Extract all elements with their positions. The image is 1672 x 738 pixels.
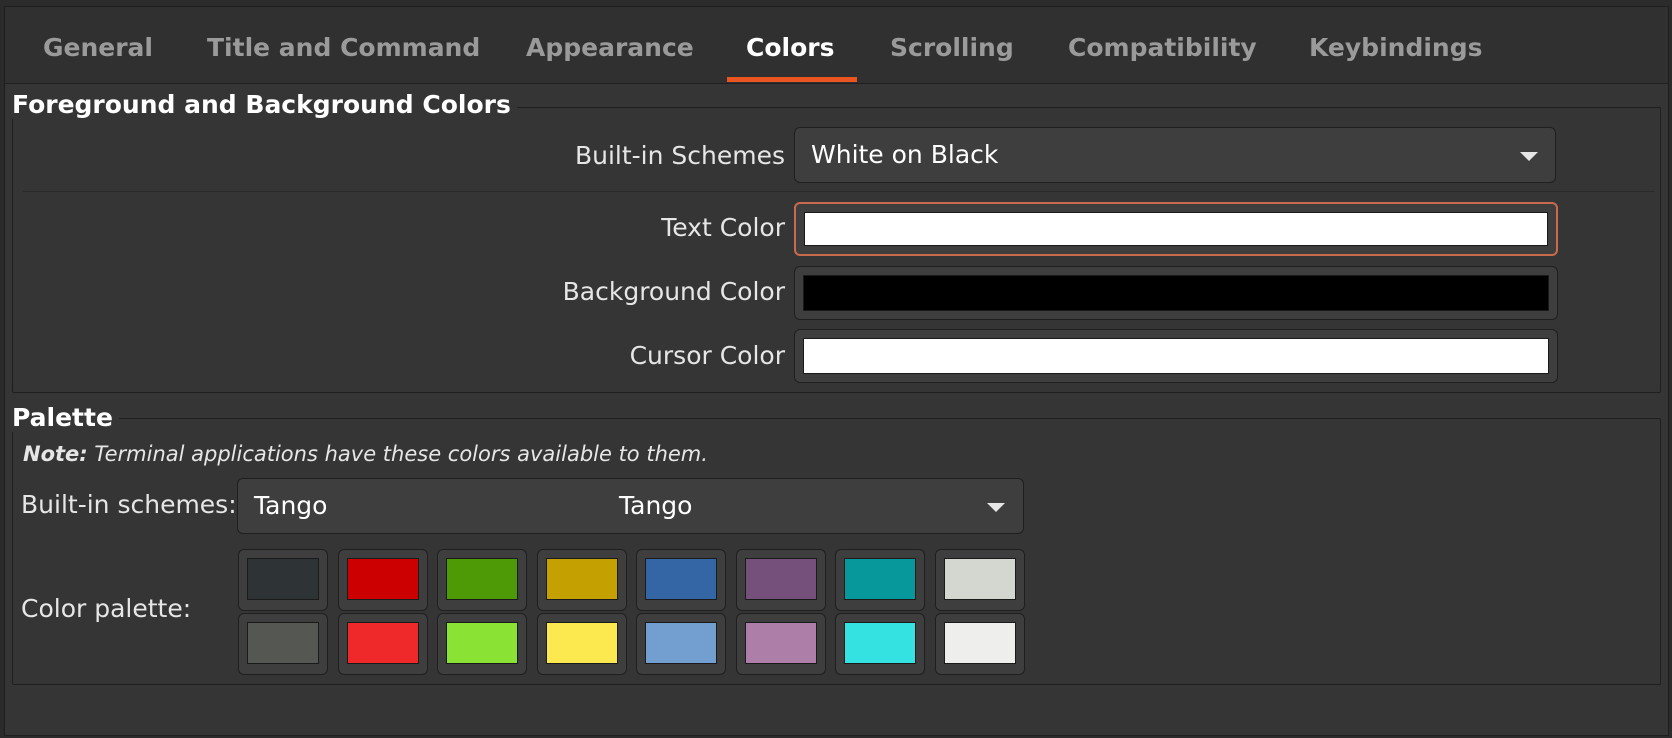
palette-color-swatch	[645, 622, 717, 664]
note-text: Terminal applications have these colors …	[87, 442, 708, 466]
background-color-label: Background Color	[562, 277, 785, 306]
palette-color-button-12[interactable]	[636, 613, 726, 675]
builtin-schemes-value: White on Black	[811, 140, 999, 169]
palette-scheme-value: Tango	[254, 491, 328, 520]
palette-color-swatch	[745, 622, 817, 664]
preferences-frame: General Title and Command Appearance Col…	[4, 6, 1669, 736]
text-color-button[interactable]	[794, 202, 1558, 256]
text-color-swatch	[804, 212, 1548, 246]
palette-color-swatch	[446, 622, 518, 664]
cursor-color-label: Cursor Color	[629, 341, 785, 370]
palette-color-swatch	[944, 558, 1016, 600]
tab-bar: General Title and Command Appearance Col…	[5, 7, 1668, 84]
palette-group-title: Palette	[12, 403, 119, 432]
palette-color-button-4[interactable]	[636, 549, 726, 611]
palette-color-button-11[interactable]	[537, 613, 627, 675]
active-tab-indicator	[727, 77, 857, 82]
background-color-button[interactable]	[794, 266, 1558, 320]
tab-colors[interactable]: Colors	[746, 33, 834, 62]
palette-color-swatch	[247, 622, 319, 664]
builtin-schemes-label: Built-in Schemes	[574, 141, 785, 170]
palette-color-button-1[interactable]	[338, 549, 428, 611]
tab-scrolling[interactable]: Scrolling	[890, 33, 1014, 62]
palette-color-button-7[interactable]	[935, 549, 1025, 611]
palette-color-swatch	[247, 558, 319, 600]
palette-color-button-14[interactable]	[835, 613, 925, 675]
color-palette-label: Color palette:	[21, 594, 192, 623]
palette-color-swatch	[546, 622, 618, 664]
palette-color-button-10[interactable]	[437, 613, 527, 675]
palette-color-swatch	[446, 558, 518, 600]
background-color-swatch	[803, 275, 1549, 311]
cursor-color-swatch	[803, 338, 1549, 374]
palette-color-swatch	[844, 558, 916, 600]
chevron-down-icon	[987, 503, 1005, 512]
tab-title-and-command[interactable]: Title and Command	[207, 33, 480, 62]
palette-color-swatch	[844, 622, 916, 664]
chevron-down-icon	[1520, 152, 1538, 161]
separator	[23, 191, 1655, 192]
palette-color-button-3[interactable]	[537, 549, 627, 611]
palette-color-button-8[interactable]	[238, 613, 328, 675]
tab-appearance[interactable]: Appearance	[526, 33, 694, 62]
palette-color-swatch	[944, 622, 1016, 664]
palette-color-button-0[interactable]	[238, 549, 328, 611]
palette-scheme-value-center: Tango	[619, 491, 693, 520]
palette-color-button-2[interactable]	[437, 549, 527, 611]
tab-keybindings[interactable]: Keybindings	[1309, 33, 1483, 62]
palette-builtin-schemes-label: Built-in schemes:	[21, 490, 237, 519]
palette-builtin-schemes-combo[interactable]: Tango Tango	[237, 478, 1024, 534]
palette-color-button-13[interactable]	[736, 613, 826, 675]
palette-color-swatch	[347, 622, 419, 664]
cursor-color-button[interactable]	[794, 329, 1558, 383]
palette-color-button-5[interactable]	[736, 549, 826, 611]
tab-general[interactable]: General	[43, 33, 153, 62]
builtin-schemes-combo[interactable]: White on Black	[794, 127, 1556, 183]
palette-color-button-6[interactable]	[835, 549, 925, 611]
palette-color-button-15[interactable]	[935, 613, 1025, 675]
tab-compatibility[interactable]: Compatibility	[1068, 33, 1257, 62]
text-color-label: Text Color	[661, 213, 785, 242]
palette-color-swatch	[745, 558, 817, 600]
palette-color-swatch	[645, 558, 717, 600]
palette-color-button-9[interactable]	[338, 613, 428, 675]
palette-color-swatch	[347, 558, 419, 600]
palette-color-swatch	[546, 558, 618, 600]
palette-note: Note: Terminal applications have these c…	[23, 442, 708, 466]
fg-bg-group-title: Foreground and Background Colors	[12, 90, 517, 119]
note-label: Note:	[23, 442, 88, 466]
